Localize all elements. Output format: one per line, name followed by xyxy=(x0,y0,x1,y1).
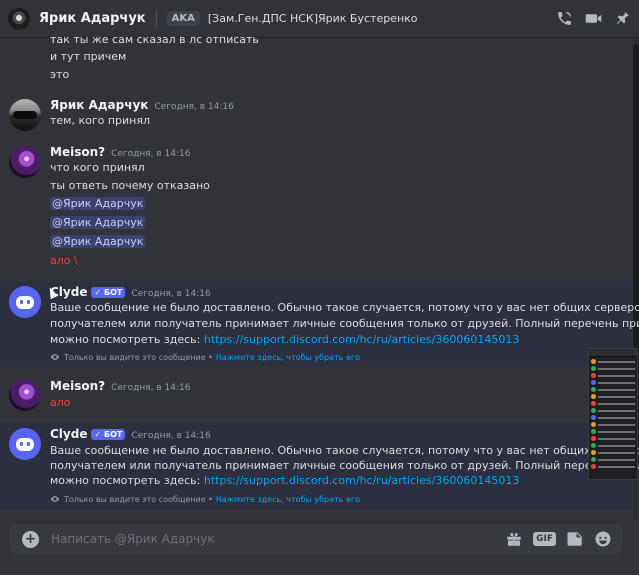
mini-row xyxy=(591,359,635,364)
mini-row xyxy=(591,408,635,413)
clyde-avatar[interactable] xyxy=(9,286,41,318)
bot-tag-label: БОТ xyxy=(103,430,123,439)
message-text: получателем или получатель принимает лич… xyxy=(50,459,639,472)
message-group: Ярик Адарчук Сегодня, в 14:16 тем, кого … xyxy=(0,96,632,136)
author-name[interactable]: Clyde xyxy=(50,427,87,441)
header-divider xyxy=(155,9,157,28)
attach-plus-icon[interactable]: + xyxy=(22,530,39,548)
mini-row xyxy=(591,394,635,399)
message-text: можно посмотреть здесь: https://support.… xyxy=(50,332,519,347)
user-mention[interactable]: @Ярик Адарчук xyxy=(50,216,146,229)
message-header: Clyde ✓ БОТ Сегодня, в 14:16 xyxy=(50,285,211,299)
message-text: получателем или получатель принимает лич… xyxy=(50,317,639,330)
composer-toolbar: GIF xyxy=(505,530,612,548)
ephemeral-note: Только вы видите это сообщение • Нажмите… xyxy=(50,494,360,504)
bot-tag-label: БОТ xyxy=(103,288,123,297)
user-avatar[interactable] xyxy=(9,146,41,178)
message-text: ало \ xyxy=(50,254,78,267)
ephemeral-text: Только вы видите это сообщение • xyxy=(64,494,213,504)
mini-row xyxy=(591,366,635,371)
message-text: ало xyxy=(50,396,71,409)
message-text: @Ярик Адарчук xyxy=(50,196,146,211)
timestamp: Сегодня, в 14:16 xyxy=(111,383,191,393)
mini-row xyxy=(591,450,635,455)
author-name[interactable]: Meison? xyxy=(50,379,105,393)
message-header: Meison? Сегодня, в 14:16 xyxy=(50,145,191,159)
clyde-bot-icon xyxy=(16,437,34,451)
dismiss-link[interactable]: Нажмите здесь, чтобы убрать его xyxy=(216,353,360,362)
mini-row xyxy=(591,415,635,420)
message-group: Meison? Сегодня, в 14:16 ало xyxy=(0,376,632,416)
mini-window-titlebar xyxy=(589,349,637,357)
mini-row xyxy=(591,464,635,469)
mini-row xyxy=(591,457,635,462)
sticker-icon[interactable] xyxy=(566,530,584,548)
message-text: это xyxy=(50,68,70,81)
timestamp: Сегодня, в 14:16 xyxy=(131,431,211,441)
message-text-prefix: можно посмотреть здесь: xyxy=(50,474,204,487)
user-avatar[interactable] xyxy=(9,379,41,411)
timestamp: Сегодня, в 14:16 xyxy=(131,289,211,299)
mini-row xyxy=(591,401,635,406)
user-mention[interactable]: @Ярик Адарчук xyxy=(50,197,146,210)
message-header: Ярик Адарчук Сегодня, в 14:16 xyxy=(50,98,234,112)
clyde-avatar[interactable] xyxy=(9,428,41,460)
mini-overlay-window[interactable] xyxy=(588,348,638,480)
mini-row xyxy=(591,387,635,392)
support-link[interactable]: https://support.discord.com/hc/ru/articl… xyxy=(204,333,520,346)
message-text-prefix: можно посмотреть здесь: xyxy=(50,333,204,346)
aka-badge: AKA xyxy=(166,11,200,26)
ephemeral-message: Clyde ✓ БОТ Сегодня, в 14:16 Ваше сообще… xyxy=(0,282,639,366)
message-composer[interactable]: + Написать @Ярик Адарчук GIF xyxy=(10,524,622,554)
mini-row xyxy=(591,422,635,427)
pin-icon[interactable] xyxy=(614,10,631,27)
emoji-icon[interactable] xyxy=(594,530,612,548)
message-text: ты ответь почему отказано xyxy=(50,179,210,192)
message-text: можно посмотреть здесь: https://support.… xyxy=(50,473,519,488)
author-name[interactable]: Ярик Адарчук xyxy=(50,98,148,112)
author-name[interactable]: Meison? xyxy=(50,145,105,159)
message-text: Ваше сообщение не было доставлено. Обычн… xyxy=(50,444,639,457)
message-text: Ваше сообщение не было доставлено. Обычн… xyxy=(50,301,639,314)
support-link[interactable]: https://support.discord.com/hc/ru/articl… xyxy=(204,474,520,487)
header-alias: [Зам.Ген.ДПС НСК]Ярик Бустеренко xyxy=(207,12,418,25)
mini-row xyxy=(591,436,635,441)
message-header: Meison? Сегодня, в 14:16 xyxy=(50,379,191,393)
bot-tag: ✓ БОТ xyxy=(91,429,126,440)
gift-icon[interactable] xyxy=(505,530,523,548)
message-input[interactable]: Написать @Ярик Адарчук xyxy=(51,532,215,546)
message-text: @Ярик Адарчук xyxy=(50,234,146,249)
bot-tag: ✓ БОТ xyxy=(91,287,126,298)
message-text: так ты же сам сказал в лс отписать xyxy=(50,33,259,46)
header-username[interactable]: Ярик Адарчук xyxy=(39,11,146,26)
message-text: @Ярик Адарчук xyxy=(50,215,146,230)
video-call-icon[interactable] xyxy=(585,10,602,27)
message-text: тем, кого принял xyxy=(50,114,151,127)
gif-icon[interactable]: GIF xyxy=(533,532,556,546)
user-avatar[interactable] xyxy=(9,99,41,131)
voice-call-icon[interactable] xyxy=(556,10,573,27)
mini-row xyxy=(591,443,635,448)
ephemeral-message: Clyde ✓ БОТ Сегодня, в 14:16 Ваше сообще… xyxy=(0,423,639,509)
ephemeral-text: Только вы видите это сообщение • xyxy=(64,352,213,362)
mini-row xyxy=(591,429,635,434)
user-mention[interactable]: @Ярик Адарчук xyxy=(50,235,146,248)
header-avatar[interactable] xyxy=(8,7,30,30)
timestamp: Сегодня, в 14:16 xyxy=(154,102,234,112)
message-group: Meison? Сегодня, в 14:16 что кого принял… xyxy=(0,143,632,271)
eye-icon xyxy=(50,496,60,502)
message-text: что кого принял xyxy=(50,161,145,174)
dismiss-link[interactable]: Нажмите здесь, чтобы убрать его xyxy=(216,495,360,504)
timestamp: Сегодня, в 14:16 xyxy=(111,149,191,159)
header-toolbar xyxy=(556,10,631,27)
message-header: Clyde ✓ БОТ Сегодня, в 14:16 xyxy=(50,427,211,441)
clyde-bot-icon xyxy=(16,295,34,309)
ephemeral-note: Только вы видите это сообщение • Нажмите… xyxy=(50,352,360,362)
eye-icon xyxy=(50,354,60,360)
message-text: и тут причем xyxy=(50,50,127,63)
mini-row xyxy=(591,373,635,378)
mini-row xyxy=(591,380,635,385)
message-group: так ты же сам сказал в лс отписать и тут… xyxy=(0,33,632,86)
